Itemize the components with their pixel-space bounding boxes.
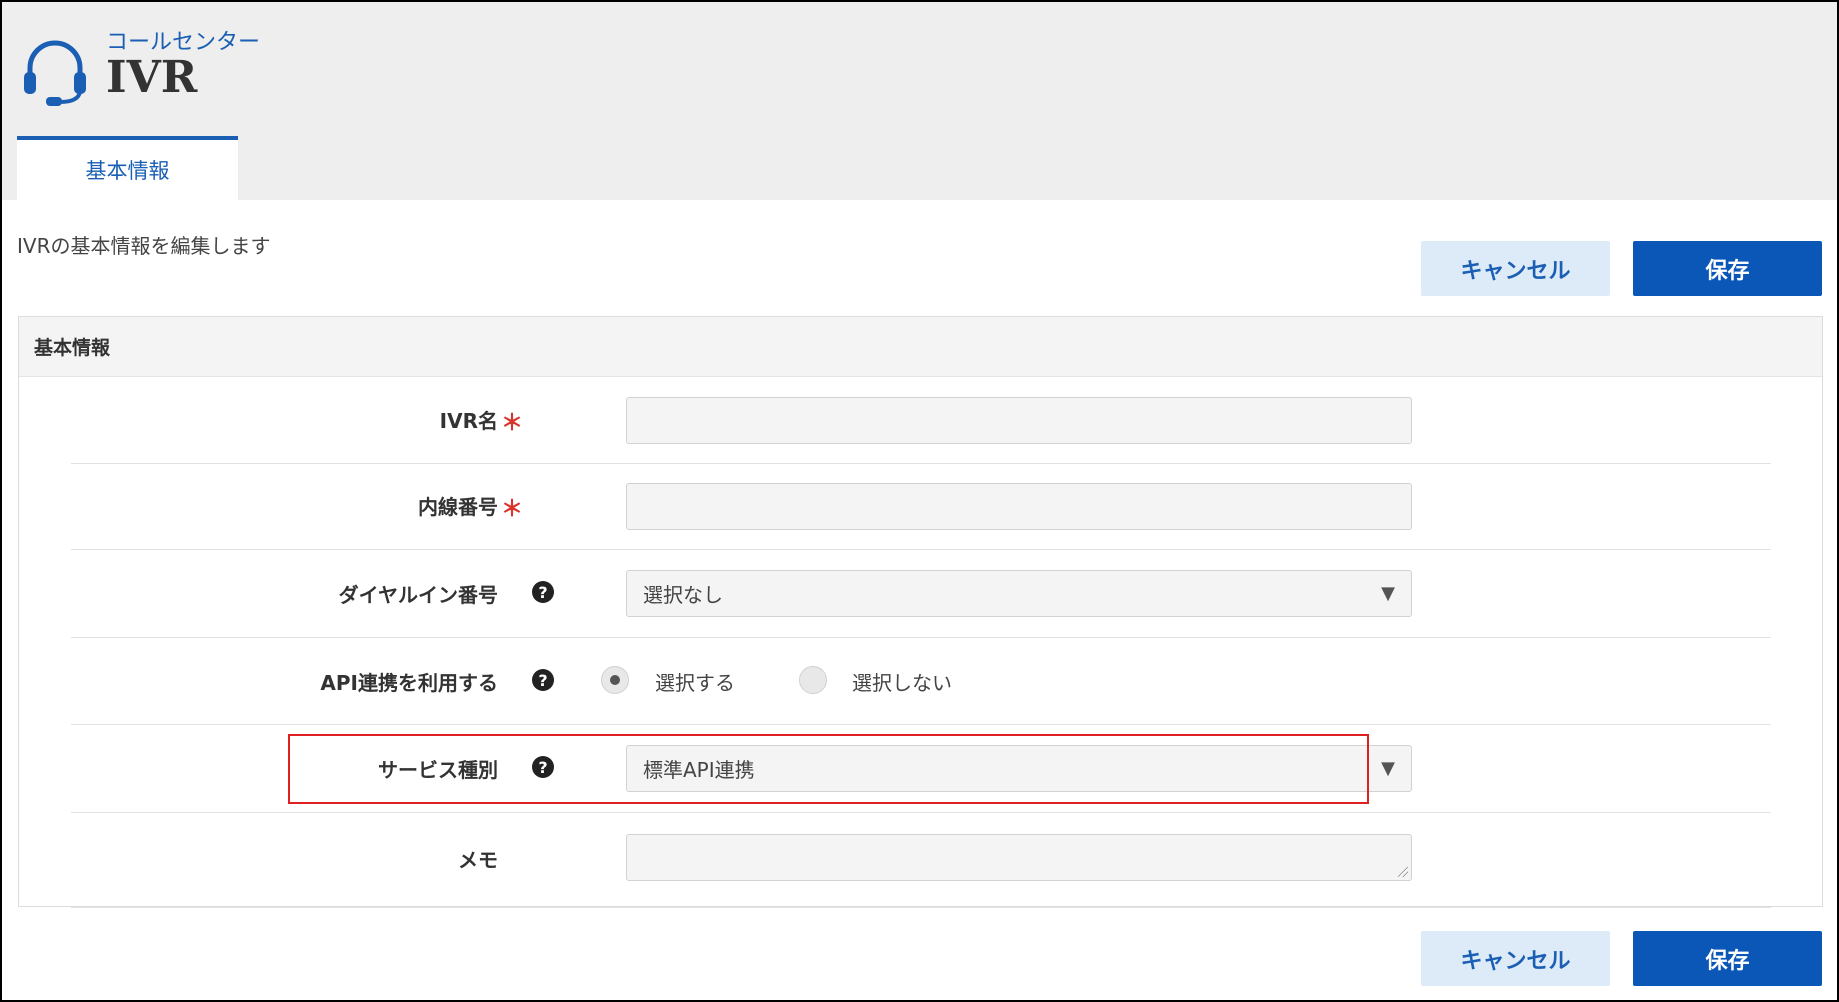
page-description: IVRの基本情報を編集します <box>17 234 271 258</box>
service-type-selected-value: 標準API連携 <box>643 758 755 782</box>
save-button-bottom[interactable]: 保存 <box>1633 931 1822 986</box>
help-icon[interactable]: ? <box>532 669 554 691</box>
extension-row: 内線番号 ＊ <box>71 463 1771 550</box>
ivr-name-input[interactable] <box>626 397 1412 444</box>
tab-basic-info[interactable]: 基本情報 <box>17 136 238 200</box>
headset-icon <box>24 40 86 106</box>
api-usage-row: API連携を利用する ? 選択する 選択しない <box>71 637 1771 725</box>
page-title: IVR <box>106 52 198 103</box>
required-mark: ＊ <box>501 497 524 522</box>
service-type-label: サービス種別 <box>378 758 498 782</box>
ivr-name-row: IVR名 ＊ <box>71 377 1771 464</box>
service-type-row: サービス種別 ? 標準API連携 ▼ <box>71 724 1771 813</box>
dial-in-label: ダイヤルイン番号 <box>338 583 498 607</box>
resize-handle-icon[interactable] <box>1398 867 1408 877</box>
service-type-select[interactable]: 標準API連携 ▼ <box>626 745 1412 792</box>
ivr-name-label: IVR名 <box>439 409 498 433</box>
panel-title: 基本情報 <box>19 317 1822 377</box>
ivr-edit-window: コールセンター IVR 基本情報 IVRの基本情報を編集します キャンセル 保存… <box>0 0 1839 1002</box>
help-icon[interactable]: ? <box>532 581 554 603</box>
dial-in-row: ダイヤルイン番号 ? 選択なし ▼ <box>71 549 1771 638</box>
help-icon[interactable]: ? <box>532 756 554 778</box>
dial-in-select[interactable]: 選択なし ▼ <box>626 570 1412 617</box>
cancel-button-bottom[interactable]: キャンセル <box>1421 931 1610 986</box>
basic-info-panel: 基本情報 IVR名 ＊ 内線番号 ＊ ダイヤルイン番号 ? 選択なし ▼ API… <box>18 316 1823 908</box>
save-button-top[interactable]: 保存 <box>1633 241 1822 296</box>
dropdown-arrow-icon: ▼ <box>1381 758 1395 779</box>
extension-input[interactable] <box>626 483 1412 530</box>
api-use-radio[interactable] <box>601 666 629 694</box>
page-header: コールセンター IVR 基本情報 <box>2 2 1837 200</box>
required-mark: ＊ <box>501 411 524 436</box>
memo-row: メモ <box>71 812 1771 908</box>
memo-textarea[interactable] <box>626 834 1412 881</box>
cancel-button-top[interactable]: キャンセル <box>1421 241 1610 296</box>
api-not-use-label[interactable]: 選択しない <box>852 667 952 696</box>
dial-in-selected-value: 選択なし <box>643 583 723 607</box>
extension-label: 内線番号 <box>418 495 498 519</box>
dropdown-arrow-icon: ▼ <box>1381 583 1395 604</box>
api-usage-label: API連携を利用する <box>320 671 498 695</box>
memo-label: メモ <box>458 848 498 872</box>
api-use-label[interactable]: 選択する <box>655 667 735 696</box>
api-not-use-radio[interactable] <box>799 666 827 694</box>
